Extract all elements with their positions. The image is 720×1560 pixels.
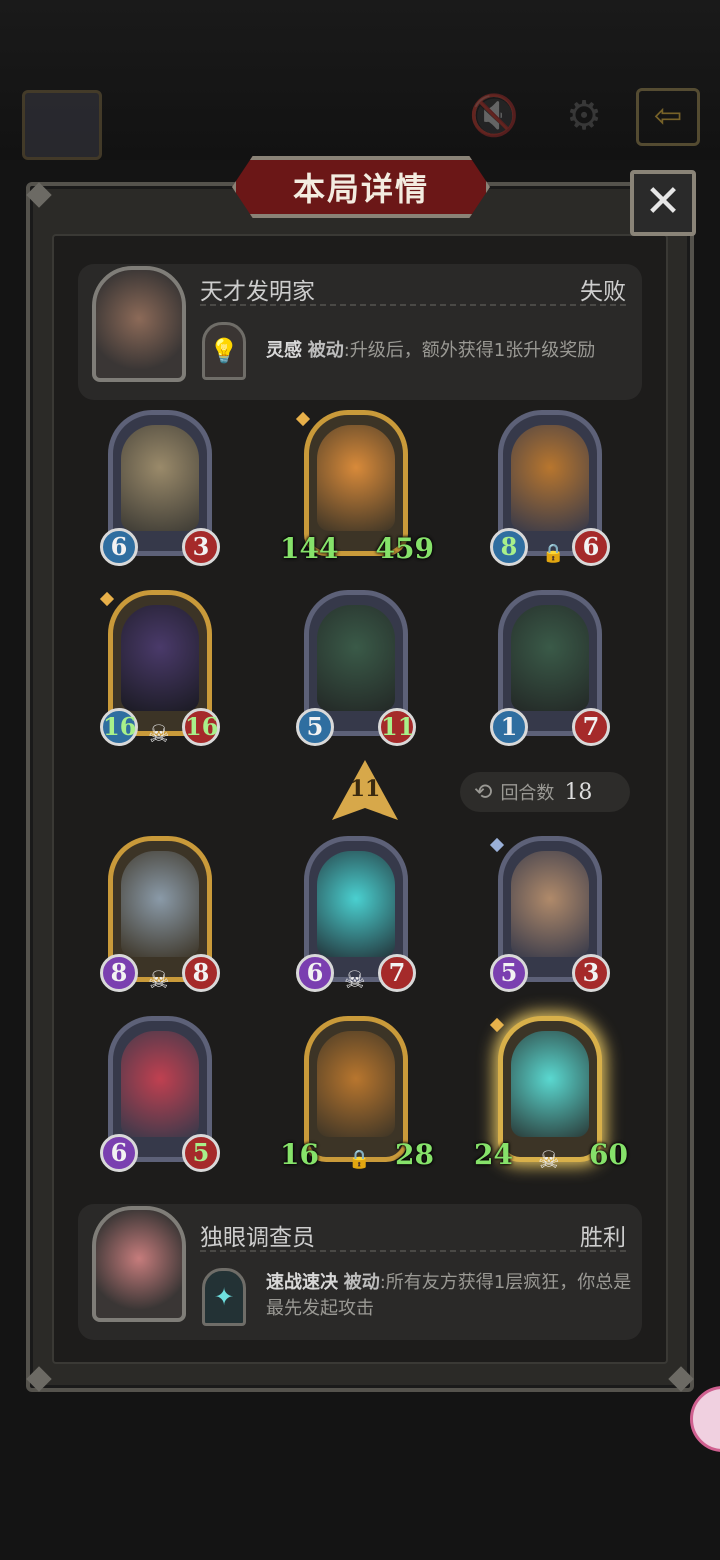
close-button[interactable]: ✕ [630, 170, 696, 236]
skull-icon: ☠ [148, 966, 170, 994]
unit-card[interactable]: 5 11 [296, 590, 416, 746]
skill-name: 灵感 [266, 340, 302, 361]
unit-card[interactable]: 🔒 8 6 [490, 410, 610, 566]
health-value: 5 [182, 1134, 220, 1172]
attack-value: 6 [100, 528, 138, 566]
page-title: 本局详情 [292, 170, 429, 208]
skill-description: :升级后，额外获得1张升级奖励 [343, 340, 596, 361]
rounds-label: 回合数 [500, 783, 555, 804]
opponent-skill: 灵感 被动:升级后，额外获得1张升级奖励 [266, 338, 595, 364]
attack-value: 6 [100, 1134, 138, 1172]
health-value: 11 [378, 708, 416, 746]
attack-value: 16 [280, 1138, 319, 1171]
opponent-result: 失败 [580, 279, 626, 305]
player-result: 胜利 [580, 1225, 626, 1251]
attack-value: 8 [100, 954, 138, 992]
skill-type: 被动 [343, 1272, 380, 1293]
player-name: 独眼调查员 [200, 1225, 315, 1251]
unit-card[interactable]: ☠ 8 8 [100, 836, 220, 994]
attack-value: 8 [490, 528, 528, 566]
opponent-name: 天才发明家 [200, 279, 315, 305]
unit-card[interactable]: 6 3 [100, 410, 220, 566]
unit-card[interactable]: 6 5 [100, 1016, 220, 1172]
lightbulb-icon[interactable]: 💡 [202, 322, 246, 380]
lock-icon: 🔒 [542, 543, 565, 564]
attack-value: 1 [490, 708, 528, 746]
gear-icon: ⚙ [566, 93, 602, 139]
unit-card[interactable]: 🔒 16 28 [280, 1016, 434, 1170]
skill-type: 被动 [307, 340, 344, 361]
title-banner: 本局详情 [232, 156, 490, 218]
divider [200, 1250, 626, 1252]
unit-card[interactable]: 1 7 [490, 590, 610, 746]
health-value: 16 [182, 708, 220, 746]
floating-assistant-icon[interactable] [690, 1386, 720, 1452]
opponent-info: 天才发明家 失败 💡 灵感 被动:升级后，额外获得1张升级奖励 [78, 264, 642, 400]
rounds-counter: ⟲ 回合数 18 [460, 772, 630, 812]
health-value: 7 [572, 708, 610, 746]
background-avatar [22, 90, 102, 160]
health-value: 6 [572, 528, 610, 566]
unit-card[interactable]: 5 3 [489, 836, 610, 992]
skull-icon: ☠ [148, 720, 170, 748]
attack-value: 6 [296, 954, 334, 992]
blade-icon[interactable]: ✦ [202, 1268, 246, 1326]
unit-card[interactable]: ☠ 6 7 [296, 836, 416, 994]
close-icon: ✕ [644, 176, 682, 227]
skill-name: 速战速决 [266, 1272, 338, 1293]
health-value: 60 [589, 1138, 628, 1171]
unit-card[interactable]: ☠ 24 60 [474, 1016, 628, 1174]
skull-icon: ☠ [538, 1146, 560, 1174]
divider [200, 304, 626, 306]
attack-value: 16 [100, 708, 138, 746]
repeat-icon: ⟲ [474, 779, 493, 805]
unit-card[interactable]: ☠ 16 16 [99, 590, 220, 748]
player-skill: 速战速决 被动:所有友方获得1层疯狂，你总是最先发起攻击 [266, 1270, 636, 1322]
health-value: 3 [572, 954, 610, 992]
attack-value: 5 [296, 708, 334, 746]
attack-value: 144 [280, 532, 339, 565]
health-value: 28 [395, 1138, 434, 1171]
exit-icon: ⇦ [636, 88, 700, 146]
unit-card[interactable]: 144 459 [280, 410, 434, 564]
player-info: 独眼调查员 胜利 ✦ 速战速决 被动:所有友方获得1层疯狂，你总是最先发起攻击 [78, 1204, 642, 1340]
player-portrait[interactable] [92, 1206, 186, 1322]
health-value: 459 [375, 532, 434, 565]
rounds-value: 18 [564, 779, 593, 805]
attack-value: 24 [474, 1138, 513, 1171]
speaker-mute-icon: 🔇 [469, 93, 519, 139]
level-value: 11 [349, 776, 381, 802]
health-value: 7 [378, 954, 416, 992]
attack-value: 5 [490, 954, 528, 992]
health-value: 8 [182, 954, 220, 992]
lock-icon: 🔒 [348, 1149, 371, 1170]
skull-icon: ☠ [344, 966, 366, 994]
health-value: 3 [182, 528, 220, 566]
opponent-portrait[interactable] [92, 266, 186, 382]
background-header [0, 0, 720, 160]
